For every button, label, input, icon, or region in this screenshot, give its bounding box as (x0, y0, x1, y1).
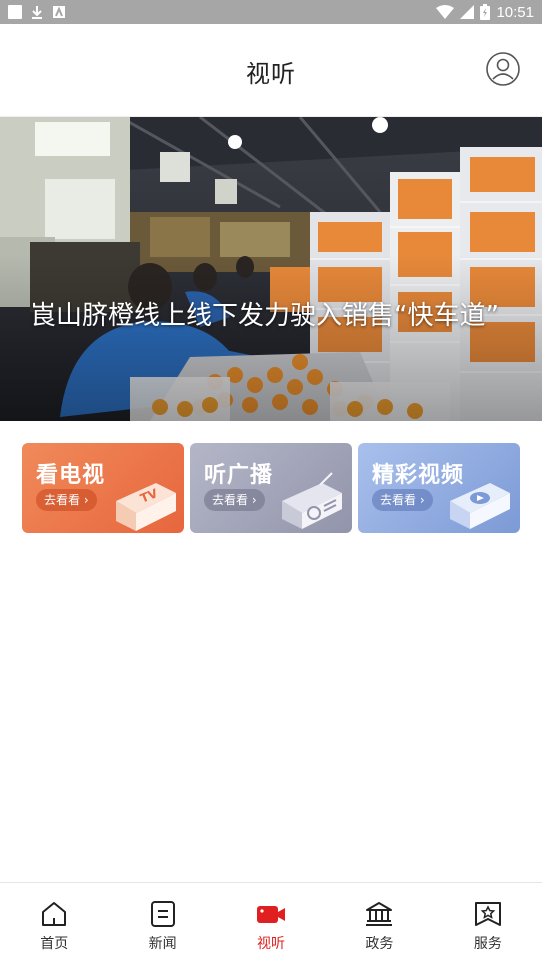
home-icon (42, 902, 67, 926)
radio-icon (282, 472, 342, 529)
nav-item-home[interactable]: 首页 (0, 883, 108, 964)
service-icon (474, 902, 501, 926)
video-camera-icon (257, 906, 286, 923)
status-time: 10:51 (496, 3, 534, 21)
nav-item-government[interactable]: 政务 (325, 883, 433, 964)
tv-icon: TV (116, 483, 176, 531)
status-bar: 10:51 (0, 0, 542, 24)
go-see-button[interactable]: 去看看 › (36, 489, 97, 511)
video-icon (450, 483, 510, 529)
nav-label: 服务 (473, 936, 502, 952)
news-icon (150, 901, 175, 927)
watch-tv-card[interactable]: 看电视 去看看 › TV (22, 443, 184, 533)
image-notification-icon (53, 6, 65, 18)
status-right: 10:51 (436, 4, 534, 21)
hero-caption[interactable]: 崀山脐橙线上线下发力驶入销售“快车道” (30, 295, 520, 337)
header: 视听 (0, 24, 542, 117)
government-icon (366, 902, 393, 926)
nav-item-news[interactable]: 新闻 (108, 883, 216, 964)
featured-video-card[interactable]: 精彩视频 去看看 › (358, 443, 520, 533)
user-avatar-icon[interactable] (486, 52, 520, 86)
app-notification-icon (8, 5, 22, 19)
nav-label: 首页 (40, 936, 69, 952)
hero-image (0, 117, 542, 421)
listen-radio-card[interactable]: 听广播 去看看 › (190, 443, 352, 533)
page-title: 视听 (246, 60, 296, 88)
category-cards: 看电视 去看看 › TV 听广播 去看看 › 精彩视频 去看看 › (22, 443, 522, 533)
battery-icon (480, 4, 491, 20)
nav-item-service[interactable]: 服务 (434, 883, 542, 964)
go-see-button[interactable]: 去看看 › (204, 489, 265, 511)
card-title: 听广播 (204, 463, 274, 488)
wifi-icon (436, 5, 455, 19)
status-left (8, 5, 66, 19)
nav-label: 新闻 (148, 936, 177, 952)
card-title: 看电视 (36, 463, 106, 488)
download-icon (32, 6, 42, 19)
go-see-button[interactable]: 去看看 › (372, 489, 433, 511)
signal-icon (460, 5, 475, 19)
nav-label: 政务 (365, 936, 394, 952)
nav-item-audiovisual[interactable]: 视听 (217, 883, 325, 964)
bottom-nav: 首页 新闻 视听 政务 服务 (0, 882, 542, 964)
hero-banner[interactable]: 崀山脐橙线上线下发力驶入销售“快车道” (0, 117, 542, 421)
nav-label: 视听 (257, 936, 286, 952)
